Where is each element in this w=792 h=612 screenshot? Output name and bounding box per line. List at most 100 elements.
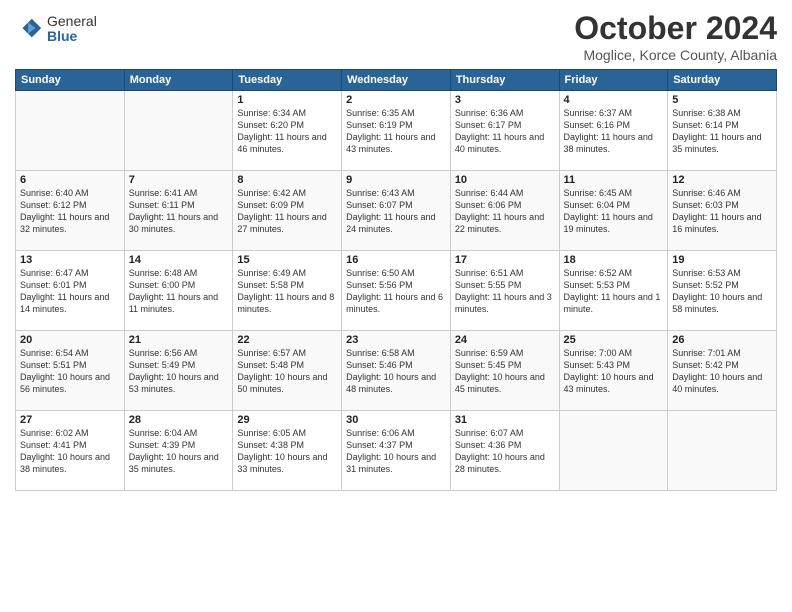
day-number: 29 [237, 414, 337, 426]
day-info: Sunrise: 6:04 AMSunset: 4:39 PMDaylight:… [129, 427, 229, 476]
calendar-cell: 15Sunrise: 6:49 AMSunset: 5:58 PMDayligh… [233, 251, 342, 331]
day-info: Sunrise: 6:02 AMSunset: 4:41 PMDaylight:… [20, 427, 120, 476]
weekday-header-monday: Monday [124, 70, 233, 91]
calendar-cell: 4Sunrise: 6:37 AMSunset: 6:16 PMDaylight… [559, 91, 668, 171]
calendar-cell: 13Sunrise: 6:47 AMSunset: 6:01 PMDayligh… [16, 251, 125, 331]
calendar-cell: 29Sunrise: 6:05 AMSunset: 4:38 PMDayligh… [233, 411, 342, 491]
calendar-cell [559, 411, 668, 491]
day-number: 3 [455, 94, 555, 106]
calendar-cell: 26Sunrise: 7:01 AMSunset: 5:42 PMDayligh… [668, 331, 777, 411]
day-number: 18 [564, 254, 664, 266]
calendar-cell: 18Sunrise: 6:52 AMSunset: 5:53 PMDayligh… [559, 251, 668, 331]
calendar-cell: 8Sunrise: 6:42 AMSunset: 6:09 PMDaylight… [233, 171, 342, 251]
calendar-cell [124, 91, 233, 171]
day-number: 16 [346, 254, 446, 266]
day-number: 4 [564, 94, 664, 106]
logo-icon [15, 15, 43, 43]
weekday-header-tuesday: Tuesday [233, 70, 342, 91]
day-info: Sunrise: 6:51 AMSunset: 5:55 PMDaylight:… [455, 267, 555, 316]
day-info: Sunrise: 6:37 AMSunset: 6:16 PMDaylight:… [564, 107, 664, 156]
day-info: Sunrise: 6:57 AMSunset: 5:48 PMDaylight:… [237, 347, 337, 396]
day-number: 1 [237, 94, 337, 106]
day-info: Sunrise: 6:48 AMSunset: 6:00 PMDaylight:… [129, 267, 229, 316]
day-info: Sunrise: 6:45 AMSunset: 6:04 PMDaylight:… [564, 187, 664, 236]
calendar-cell [16, 91, 125, 171]
day-number: 21 [129, 334, 229, 346]
calendar-cell: 6Sunrise: 6:40 AMSunset: 6:12 PMDaylight… [16, 171, 125, 251]
day-number: 5 [672, 94, 772, 106]
calendar-cell: 2Sunrise: 6:35 AMSunset: 6:19 PMDaylight… [342, 91, 451, 171]
calendar-cell: 5Sunrise: 6:38 AMSunset: 6:14 PMDaylight… [668, 91, 777, 171]
day-info: Sunrise: 6:44 AMSunset: 6:06 PMDaylight:… [455, 187, 555, 236]
calendar-cell: 17Sunrise: 6:51 AMSunset: 5:55 PMDayligh… [450, 251, 559, 331]
day-number: 14 [129, 254, 229, 266]
day-info: Sunrise: 6:43 AMSunset: 6:07 PMDaylight:… [346, 187, 446, 236]
day-info: Sunrise: 6:58 AMSunset: 5:46 PMDaylight:… [346, 347, 446, 396]
day-number: 12 [672, 174, 772, 186]
day-info: Sunrise: 6:50 AMSunset: 5:56 PMDaylight:… [346, 267, 446, 316]
logo: General Blue [15, 14, 97, 45]
day-info: Sunrise: 6:07 AMSunset: 4:36 PMDaylight:… [455, 427, 555, 476]
calendar-header-row: SundayMondayTuesdayWednesdayThursdayFrid… [16, 70, 777, 91]
day-number: 7 [129, 174, 229, 186]
day-number: 28 [129, 414, 229, 426]
calendar-week-5: 27Sunrise: 6:02 AMSunset: 4:41 PMDayligh… [16, 411, 777, 491]
weekday-header-wednesday: Wednesday [342, 70, 451, 91]
calendar-table: SundayMondayTuesdayWednesdayThursdayFrid… [15, 69, 777, 491]
weekday-header-saturday: Saturday [668, 70, 777, 91]
day-number: 23 [346, 334, 446, 346]
day-info: Sunrise: 6:40 AMSunset: 6:12 PMDaylight:… [20, 187, 120, 236]
day-number: 24 [455, 334, 555, 346]
calendar-cell: 27Sunrise: 6:02 AMSunset: 4:41 PMDayligh… [16, 411, 125, 491]
calendar-cell: 3Sunrise: 6:36 AMSunset: 6:17 PMDaylight… [450, 91, 559, 171]
calendar-cell [668, 411, 777, 491]
calendar-cell: 22Sunrise: 6:57 AMSunset: 5:48 PMDayligh… [233, 331, 342, 411]
day-number: 15 [237, 254, 337, 266]
logo-blue-text: Blue [47, 29, 97, 44]
day-number: 17 [455, 254, 555, 266]
calendar-cell: 23Sunrise: 6:58 AMSunset: 5:46 PMDayligh… [342, 331, 451, 411]
day-number: 30 [346, 414, 446, 426]
day-info: Sunrise: 6:34 AMSunset: 6:20 PMDaylight:… [237, 107, 337, 156]
day-info: Sunrise: 6:46 AMSunset: 6:03 PMDaylight:… [672, 187, 772, 236]
day-info: Sunrise: 6:36 AMSunset: 6:17 PMDaylight:… [455, 107, 555, 156]
day-number: 2 [346, 94, 446, 106]
calendar-cell: 1Sunrise: 6:34 AMSunset: 6:20 PMDaylight… [233, 91, 342, 171]
day-info: Sunrise: 6:35 AMSunset: 6:19 PMDaylight:… [346, 107, 446, 156]
day-info: Sunrise: 6:59 AMSunset: 5:45 PMDaylight:… [455, 347, 555, 396]
logo-general-text: General [47, 14, 97, 29]
calendar-cell: 25Sunrise: 7:00 AMSunset: 5:43 PMDayligh… [559, 331, 668, 411]
day-info: Sunrise: 6:05 AMSunset: 4:38 PMDaylight:… [237, 427, 337, 476]
location-subtitle: Moglice, Korce County, Albania [574, 47, 777, 63]
day-number: 22 [237, 334, 337, 346]
calendar-cell: 24Sunrise: 6:59 AMSunset: 5:45 PMDayligh… [450, 331, 559, 411]
calendar-week-2: 6Sunrise: 6:40 AMSunset: 6:12 PMDaylight… [16, 171, 777, 251]
day-info: Sunrise: 6:42 AMSunset: 6:09 PMDaylight:… [237, 187, 337, 236]
calendar-cell: 21Sunrise: 6:56 AMSunset: 5:49 PMDayligh… [124, 331, 233, 411]
weekday-header-sunday: Sunday [16, 70, 125, 91]
calendar-cell: 11Sunrise: 6:45 AMSunset: 6:04 PMDayligh… [559, 171, 668, 251]
day-number: 31 [455, 414, 555, 426]
calendar-cell: 16Sunrise: 6:50 AMSunset: 5:56 PMDayligh… [342, 251, 451, 331]
day-info: Sunrise: 6:56 AMSunset: 5:49 PMDaylight:… [129, 347, 229, 396]
weekday-header-friday: Friday [559, 70, 668, 91]
day-number: 11 [564, 174, 664, 186]
day-info: Sunrise: 6:47 AMSunset: 6:01 PMDaylight:… [20, 267, 120, 316]
day-info: Sunrise: 6:41 AMSunset: 6:11 PMDaylight:… [129, 187, 229, 236]
day-number: 9 [346, 174, 446, 186]
day-info: Sunrise: 6:52 AMSunset: 5:53 PMDaylight:… [564, 267, 664, 316]
day-info: Sunrise: 6:53 AMSunset: 5:52 PMDaylight:… [672, 267, 772, 316]
calendar-cell: 12Sunrise: 6:46 AMSunset: 6:03 PMDayligh… [668, 171, 777, 251]
day-info: Sunrise: 7:00 AMSunset: 5:43 PMDaylight:… [564, 347, 664, 396]
day-number: 6 [20, 174, 120, 186]
day-number: 26 [672, 334, 772, 346]
day-info: Sunrise: 6:54 AMSunset: 5:51 PMDaylight:… [20, 347, 120, 396]
day-info: Sunrise: 7:01 AMSunset: 5:42 PMDaylight:… [672, 347, 772, 396]
month-title: October 2024 [574, 10, 777, 47]
day-number: 19 [672, 254, 772, 266]
calendar-cell: 28Sunrise: 6:04 AMSunset: 4:39 PMDayligh… [124, 411, 233, 491]
calendar-cell: 20Sunrise: 6:54 AMSunset: 5:51 PMDayligh… [16, 331, 125, 411]
day-number: 8 [237, 174, 337, 186]
calendar-week-4: 20Sunrise: 6:54 AMSunset: 5:51 PMDayligh… [16, 331, 777, 411]
calendar-week-3: 13Sunrise: 6:47 AMSunset: 6:01 PMDayligh… [16, 251, 777, 331]
